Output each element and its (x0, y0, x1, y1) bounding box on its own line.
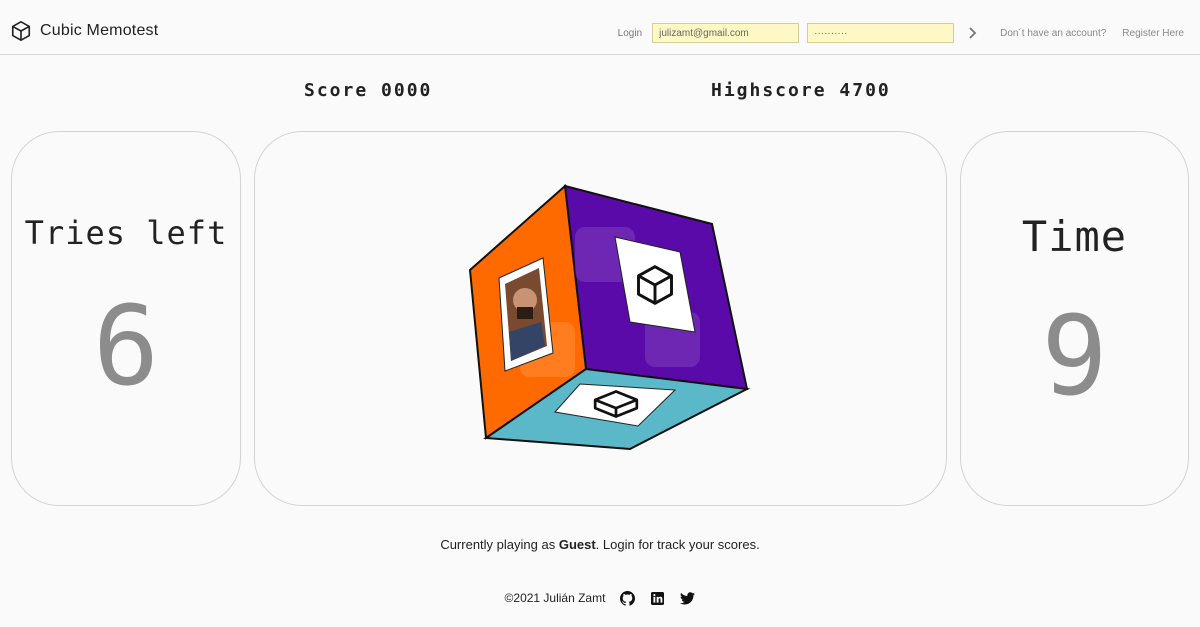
status-prefix: Currently playing as (440, 537, 556, 552)
submit-login-button[interactable] (966, 26, 980, 40)
register-link[interactable]: Register Here (1122, 28, 1184, 39)
login-label: Login (617, 27, 643, 39)
github-icon (619, 590, 635, 606)
tries-left-panel: Tries left 6 (11, 131, 241, 506)
status-user: Guest (558, 537, 596, 552)
login-form: Login Don´t have an account? Register He… (618, 23, 1184, 43)
score-label: Score (304, 80, 369, 101)
github-link[interactable] (619, 590, 635, 606)
game-board-panel (254, 131, 947, 506)
score-display: Score 0000 (304, 80, 432, 101)
footer: ©2021 Julián Zamt (0, 590, 1200, 606)
twitter-link[interactable] (679, 590, 695, 606)
memory-cube[interactable] (455, 172, 755, 472)
linkedin-icon (650, 591, 664, 605)
no-account-text: Don´t have an account? (1000, 27, 1107, 39)
app-title: Cubic Memotest (40, 22, 159, 39)
tries-left-value: 6 (92, 282, 160, 410)
cube-logo-icon (11, 21, 31, 41)
timer-panel: Time 9 (960, 131, 1189, 506)
highscore-label: Highscore (711, 80, 827, 101)
copyright-text: ©2021 Julián Zamt (504, 591, 606, 605)
highscore-value: 4700 (839, 80, 891, 101)
twitter-icon (679, 591, 695, 604)
tries-left-title: Tries left (24, 214, 228, 252)
chevron-right-icon (969, 27, 977, 39)
password-field[interactable] (807, 23, 955, 43)
linkedin-link[interactable] (649, 590, 665, 606)
timer-value: 9 (1041, 292, 1108, 420)
email-field[interactable] (652, 23, 800, 43)
status-suffix: . Login for track your scores. (595, 537, 760, 552)
photo-card[interactable] (498, 257, 554, 372)
score-value: 0000 (381, 80, 433, 101)
brand[interactable]: Cubic Memotest (10, 20, 158, 42)
player-status: Currently playing as Guest. Login for tr… (0, 537, 1200, 552)
top-navbar: Cubic Memotest Login Don´t have an accou… (0, 0, 1200, 55)
highscore-display: Highscore 4700 (711, 80, 891, 101)
timer-title: Time (1021, 212, 1128, 261)
